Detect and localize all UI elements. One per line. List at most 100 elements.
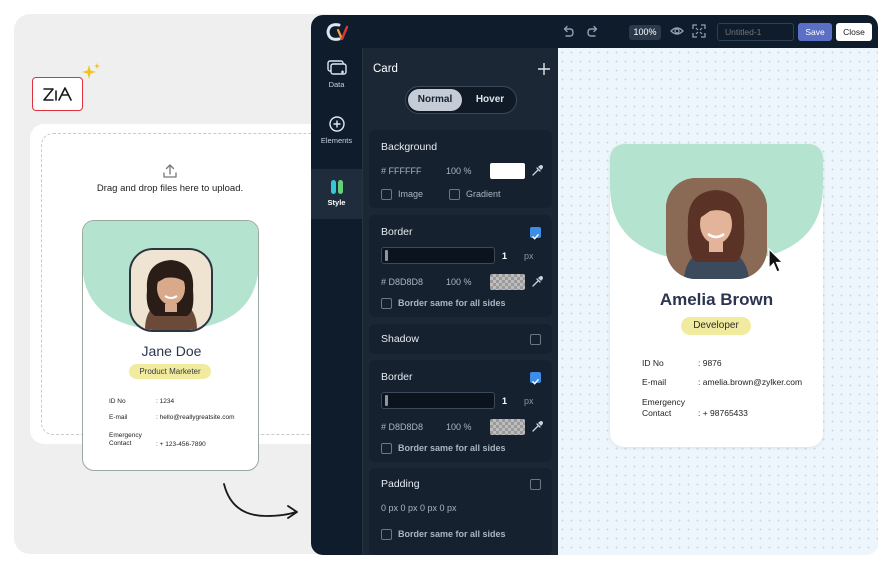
preview-id-card[interactable]: Amelia Brown Developer ID No : 9876 E-ma…: [610, 144, 823, 447]
add-icon[interactable]: [537, 62, 551, 76]
check-icon: [532, 233, 540, 240]
panel-title: Card: [373, 63, 398, 75]
portrait-image: [666, 178, 767, 279]
section-title: Background: [381, 141, 438, 153]
border-width-unit: px: [524, 396, 534, 406]
checkbox-label: Border same for all sides: [398, 443, 506, 453]
plus-circle-icon: [328, 116, 345, 132]
style-panel: Card Normal Hover Background # FFFFFF 10…: [362, 48, 558, 555]
same-sides-checkbox[interactable]: [381, 529, 392, 540]
field-value: : + 123-456-7890: [156, 441, 206, 448]
eyedropper-icon[interactable]: [531, 165, 543, 177]
tab-hover[interactable]: Hover: [464, 89, 516, 111]
rail-label: Elements: [320, 136, 353, 145]
section-title: Border: [381, 226, 413, 238]
field-value: : + 98765433: [698, 408, 748, 418]
check-icon: [532, 378, 540, 385]
field-label: Emergency Contact: [109, 432, 142, 447]
field-value: : 1234: [156, 398, 175, 405]
slider-handle[interactable]: [385, 250, 388, 261]
flow-arrow-icon: [223, 483, 298, 519]
design-canvas[interactable]: Amelia Brown Developer ID No : 9876 E-ma…: [558, 48, 878, 555]
padding-checkbox[interactable]: [530, 479, 541, 490]
checkbox-label: Image: [398, 189, 424, 199]
preview-eye-icon[interactable]: [670, 24, 684, 38]
border-width-value[interactable]: 1: [502, 251, 507, 261]
section-title: Shadow: [381, 333, 419, 345]
color-swatch[interactable]: [490, 163, 525, 179]
field-value: : 9876: [698, 358, 722, 368]
rail-label: Data: [328, 80, 345, 89]
border-checkbox[interactable]: [530, 372, 541, 385]
field-label: ID No: [642, 358, 664, 368]
zoom-level[interactable]: 100%: [629, 25, 661, 40]
padding-section: Padding 0 px 0 px 0 px 0 px Border same …: [369, 468, 552, 555]
state-toggle: Normal Hover: [405, 86, 517, 114]
close-button[interactable]: Close: [836, 23, 872, 41]
background-section: Background # FFFFFF 100 % Image Gradient: [369, 130, 552, 208]
mouse-cursor-icon: [768, 248, 784, 273]
padding-values[interactable]: 0 px 0 px 0 px 0 px: [381, 503, 457, 513]
border-width-slider[interactable]: [381, 392, 495, 409]
border-checkbox[interactable]: [530, 227, 541, 240]
redo-icon[interactable]: [586, 24, 600, 38]
zia-logo-icon: [42, 87, 72, 101]
sample-id-card: Jane Doe Product Marketer ID No : 1234 E…: [82, 220, 259, 471]
slider-handle[interactable]: [385, 395, 388, 406]
shadow-section: Shadow: [369, 324, 552, 354]
field-label: E-mail: [642, 377, 667, 387]
undo-icon[interactable]: [561, 24, 575, 38]
eyedropper-icon[interactable]: [531, 276, 543, 288]
color-swatch[interactable]: [490, 419, 525, 435]
field-value: : hello@reallygreatsite.com: [156, 414, 235, 421]
avatar[interactable]: [666, 178, 767, 279]
color-swatch[interactable]: [490, 274, 525, 290]
image-checkbox[interactable]: [381, 189, 392, 200]
fullscreen-icon[interactable]: [692, 24, 706, 38]
color-hex[interactable]: # D8D8D8: [381, 422, 423, 432]
portrait-image: [131, 250, 211, 330]
rail-item-style[interactable]: Style: [311, 169, 362, 219]
border-width-unit: px: [524, 251, 534, 261]
same-sides-checkbox[interactable]: [381, 443, 392, 454]
style-icon: [330, 180, 343, 194]
checkbox-label: Border same for all sides: [398, 529, 506, 539]
same-sides-checkbox[interactable]: [381, 298, 392, 309]
field-label: Emergency Contact: [642, 397, 685, 418]
avatar: [129, 248, 213, 332]
zia-logo: [32, 77, 83, 111]
border-section: Border 1 px # D8D8D8 100 % Border same f…: [369, 215, 552, 317]
rail-item-elements[interactable]: Elements: [311, 114, 362, 162]
rail-label: Style: [327, 198, 346, 207]
shadow-checkbox[interactable]: [530, 334, 541, 345]
tab-normal[interactable]: Normal: [408, 89, 462, 111]
border-width-value[interactable]: 1: [502, 396, 507, 406]
role-badge[interactable]: Developer: [681, 317, 751, 335]
eyedropper-icon[interactable]: [531, 421, 543, 433]
color-opacity[interactable]: 100 %: [446, 277, 472, 287]
save-button[interactable]: Save: [798, 23, 832, 41]
upload-icon: [163, 164, 177, 178]
color-opacity[interactable]: 100 %: [446, 166, 472, 176]
app-logo-icon: [326, 23, 349, 41]
checkbox-label: Border same for all sides: [398, 298, 506, 308]
color-hex[interactable]: # D8D8D8: [381, 277, 423, 287]
gradient-checkbox[interactable]: [449, 189, 460, 200]
field-label: E-mail: [109, 414, 128, 421]
border-width-slider[interactable]: [381, 247, 495, 264]
tool-rail: Data Elements Style: [311, 48, 362, 555]
data-icon: [326, 60, 347, 75]
editor-toolbar: 100% Save Close: [311, 15, 878, 48]
field-value: : amelia.brown@zylker.com: [698, 377, 803, 387]
document-title-input[interactable]: [717, 23, 794, 41]
color-opacity[interactable]: 100 %: [446, 422, 472, 432]
upload-instruction: Drag and drop files here to upload.: [96, 183, 244, 194]
rail-item-data[interactable]: Data: [311, 58, 362, 106]
role-badge: Product Marketer: [129, 364, 211, 379]
card-name: Jane Doe: [141, 343, 202, 359]
section-title: Padding: [381, 478, 420, 490]
color-hex[interactable]: # FFFFFF: [381, 166, 422, 176]
card-name[interactable]: Amelia Brown: [610, 290, 823, 310]
sparkles-icon: [82, 63, 100, 79]
field-label: ID No: [109, 398, 126, 405]
